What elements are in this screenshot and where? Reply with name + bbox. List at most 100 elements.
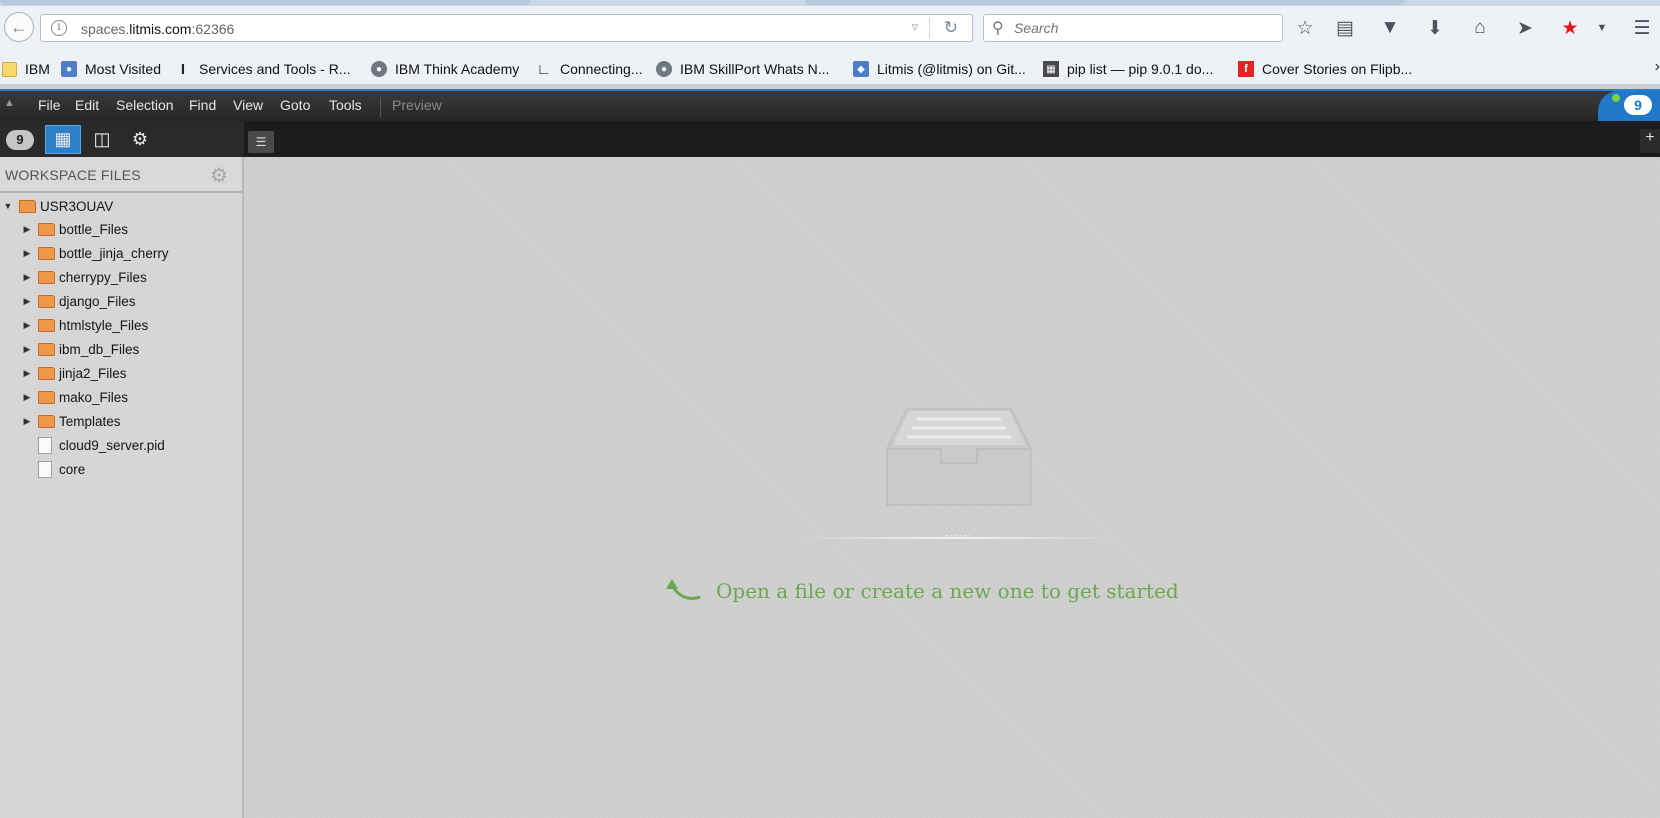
tree-folder[interactable]: ▶ cherrypy_Files	[22, 266, 264, 288]
curved-arrow-icon	[666, 579, 701, 600]
tab-list-button[interactable]: ☰	[248, 131, 274, 153]
panel-switcher: 9 ▦ ◫ ⚙	[0, 121, 244, 157]
tree-folder[interactable]: ▶ htmlstyle_Files	[22, 314, 264, 336]
menu-preview[interactable]: Preview	[392, 97, 442, 113]
online-status-dot	[1612, 94, 1620, 102]
send-tab-icon[interactable]: ➤	[1513, 16, 1537, 40]
collapsed-arrow-icon[interactable]: ▶	[22, 368, 32, 379]
back-button[interactable]: ←	[4, 12, 34, 42]
bookmark-item[interactable]: ● IBM Think Academy	[371, 60, 519, 78]
home-icon[interactable]: ⌂	[1468, 16, 1492, 40]
bookmark-star-icon[interactable]: ☆	[1293, 16, 1317, 40]
empty-inbox-icon	[886, 408, 1032, 506]
files-icon: ▦	[54, 129, 72, 149]
folder-icon	[38, 342, 55, 356]
menu-hamburger-icon[interactable]: ☰	[1630, 16, 1654, 40]
site-info-icon[interactable]: i	[51, 20, 67, 36]
bookmark-item[interactable]: I Services and Tools - R...	[175, 60, 351, 78]
collapse-menubar-icon[interactable]: ▲	[4, 97, 15, 109]
search-bar[interactable]: ⚲	[983, 14, 1283, 42]
collapsed-arrow-icon[interactable]: ▶	[22, 320, 32, 331]
bookmarks-toolbar: IBM ● Most Visited I Services and Tools - …	[0, 50, 1660, 85]
download-icon[interactable]: ⬇	[1423, 16, 1447, 40]
cloud9-logo-icon: 9	[1624, 95, 1652, 115]
open-files-button[interactable]: ◫	[84, 125, 120, 154]
workspace-files-button[interactable]: ▦	[45, 125, 81, 154]
tree-folder[interactable]: ▶ jinja2_Files	[22, 362, 264, 384]
folder-icon	[38, 246, 55, 260]
settings-button[interactable]: ⚙	[122, 125, 158, 154]
globe-icon: ●	[371, 61, 387, 77]
tree-folder[interactable]: ▶ ibm_db_Files	[22, 338, 264, 360]
tree-folder[interactable]: ▶ bottle_jinja_cherry	[22, 242, 264, 264]
tree-file[interactable]: core	[36, 458, 278, 480]
reload-icon[interactable]: ↻	[944, 18, 958, 38]
bookmark-item[interactable]: ● Most Visited	[61, 60, 161, 78]
tree-folder[interactable]: ▶ bottle_Files	[22, 218, 264, 240]
flipboard-icon: f	[1238, 61, 1254, 77]
collapsed-arrow-icon[interactable]: ▶	[22, 392, 32, 403]
url-text[interactable]: spaces.litmis.com:62366	[81, 21, 234, 37]
workspace-title: WORKSPACE FILES	[5, 167, 141, 183]
editor-area[interactable]: ∾∾∾ Open a file or create a new one to g…	[244, 157, 1660, 818]
collapsed-arrow-icon[interactable]: ▶	[22, 248, 32, 259]
red-star-extension-icon[interactable]: ★	[1558, 16, 1582, 40]
menu-tools[interactable]: Tools	[329, 97, 362, 113]
tree-folder[interactable]: ▶ Templates	[22, 410, 264, 432]
bookmark-item[interactable]: ▦ pip list — pip 9.0.1 do...	[1043, 60, 1213, 78]
bookmark-item[interactable]: ● IBM SkillPort Whats N...	[656, 60, 829, 78]
bookmark-item[interactable]: ◆ Litmis (@litmis) on Git...	[853, 60, 1026, 78]
empty-state-hint: Open a file or create a new one to get s…	[664, 577, 1179, 605]
menu-view[interactable]: View	[233, 97, 263, 113]
url-history-dropdown-icon[interactable]: ▿	[911, 19, 918, 35]
bookmark-item[interactable]: ∟ Connecting...	[536, 60, 643, 78]
bookmark-item[interactable]: IBM	[2, 60, 50, 78]
reading-list-icon[interactable]: ▤	[1333, 16, 1357, 40]
browser-navbar: ← i spaces.litmis.com:62366 ▿ ↻ ⚲ ☆ ▤ ▼ …	[0, 6, 1660, 50]
new-tab-button[interactable]: +	[1640, 129, 1660, 153]
folder-icon	[38, 270, 55, 284]
menu-edit[interactable]: Edit	[75, 97, 99, 113]
url-bar[interactable]: i spaces.litmis.com:62366 ▿ ↻	[40, 14, 973, 42]
browser-tab[interactable]	[805, 0, 1405, 5]
workspace-gear-icon[interactable]: ⚙	[210, 163, 228, 188]
most-visited-icon: ●	[61, 61, 77, 77]
collapsed-arrow-icon[interactable]: ▶	[22, 272, 32, 283]
collapsed-arrow-icon[interactable]: ▶	[22, 416, 32, 427]
globe-icon: ●	[656, 61, 672, 77]
doc-icon: ▦	[1043, 61, 1059, 77]
ornament-divider: ∾∾∾	[796, 531, 1116, 543]
tree-root-folder[interactable]: ▼ USR3OUAV	[3, 195, 245, 217]
cloud9-home-button[interactable]: 9	[2, 125, 38, 154]
folder-icon	[2, 61, 17, 77]
litmis-icon: ◆	[853, 61, 869, 77]
collapsed-arrow-icon[interactable]: ▶	[22, 224, 32, 235]
file-icon	[38, 460, 52, 478]
bookmark-item[interactable]: f Cover Stories on Flipb...	[1238, 60, 1412, 78]
menu-goto[interactable]: Goto	[280, 97, 310, 113]
menu-file[interactable]: File	[38, 97, 61, 113]
bookmarks-overflow-icon[interactable]: ›	[1655, 58, 1660, 76]
pocket-icon[interactable]: ▼	[1378, 16, 1402, 40]
workspace-sidebar: WORKSPACE FILES ⚙ ▼ USR3OUAV ▶ bottle_Fil…	[0, 157, 244, 818]
menu-selection[interactable]: Selection	[116, 97, 174, 113]
tree-folder[interactable]: ▶ django_Files	[22, 290, 264, 312]
menu-separator	[380, 97, 381, 117]
folder-icon	[38, 366, 55, 380]
search-icon: ⚲	[992, 20, 1004, 37]
expanded-arrow-icon[interactable]: ▼	[3, 201, 13, 211]
services-icon: I	[180, 60, 186, 78]
browser-tab[interactable]	[0, 0, 530, 5]
extension-dropdown-icon[interactable]: ▼	[1590, 16, 1614, 40]
search-input[interactable]	[1014, 20, 1264, 36]
collapsed-arrow-icon[interactable]: ▶	[22, 296, 32, 307]
cloud9-logo[interactable]: 9	[1598, 91, 1660, 121]
connecting-icon: ∟	[536, 60, 552, 78]
tree-folder[interactable]: ▶ mako_Files	[22, 386, 264, 408]
folder-icon	[38, 222, 55, 236]
tree-file[interactable]: cloud9_server.pid	[36, 434, 278, 456]
folder-icon	[38, 390, 55, 404]
folder-icon	[38, 318, 55, 332]
collapsed-arrow-icon[interactable]: ▶	[22, 344, 32, 355]
menu-find[interactable]: Find	[189, 97, 216, 113]
